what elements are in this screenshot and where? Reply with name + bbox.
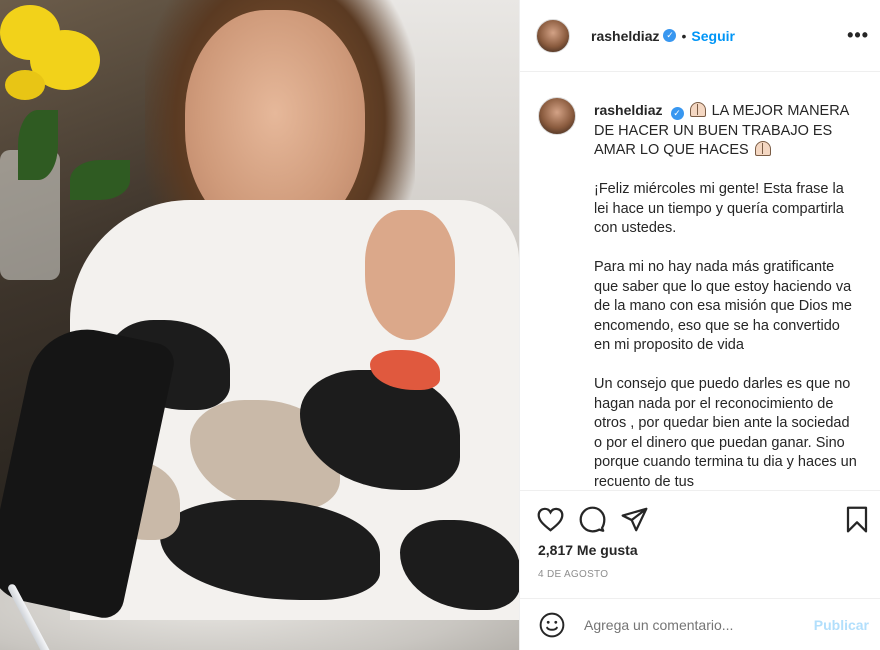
caption-avatar[interactable] (538, 97, 576, 135)
paper-plane-icon[interactable] (620, 505, 648, 533)
action-icons (536, 505, 648, 533)
post-date[interactable]: 4 DE AGOSTO (538, 569, 608, 580)
hand-with-glasses (365, 210, 455, 340)
caption-paragraph: Un consejo que puedo darles es que no ha… (594, 376, 857, 490)
caption-username[interactable]: rasheldiaz (594, 102, 662, 118)
verified-badge-icon: ✓ (663, 29, 677, 42)
caption-paragraph: Para mi no hay nada más gratificante que… (594, 259, 852, 353)
post-header: rasheldiaz ✓ • Seguir ••• (520, 0, 880, 72)
separator-dot: • (681, 27, 687, 44)
leaf (18, 110, 58, 180)
caption-headline-paragraph: rasheldiaz ✓ LA MEJOR MANERA DE HACER UN… (594, 101, 859, 161)
avatar[interactable] (536, 18, 570, 53)
comment-input[interactable] (584, 617, 804, 633)
post-sidebar: rasheldiaz ✓ • Seguir ••• rasheldiaz ✓ L… (519, 0, 880, 650)
caption-paragraph: ¡Feliz miércoles mi gente! Esta frase la… (594, 181, 844, 236)
likes-count[interactable]: 2,817 Me gusta (538, 542, 638, 558)
comment-icon[interactable] (578, 505, 606, 533)
bookmark-icon[interactable] (843, 505, 871, 533)
verified-badge-icon: ✓ (670, 107, 684, 120)
shirt-pattern (400, 520, 519, 610)
header-username[interactable]: rasheldiaz (591, 28, 659, 44)
praying-hands-emoji-icon (689, 102, 706, 117)
praying-hands-emoji-icon (754, 141, 771, 156)
follow-button[interactable]: Seguir (691, 28, 735, 44)
caption: rasheldiaz ✓ LA MEJOR MANERA DE HACER UN… (594, 86, 859, 490)
shirt-pattern (160, 500, 380, 600)
heart-icon[interactable] (536, 505, 564, 533)
comment-bar: Publicar (520, 598, 880, 650)
publish-button[interactable]: Publicar (814, 617, 869, 633)
caption-area: rasheldiaz ✓ LA MEJOR MANERA DE HACER UN… (520, 86, 880, 490)
more-options-icon[interactable]: ••• (847, 26, 869, 44)
action-section: 2,817 Me gusta 4 DE AGOSTO Publicar (520, 490, 880, 650)
leaf (70, 160, 130, 200)
yellow-flower (5, 70, 45, 100)
smiley-icon[interactable] (538, 611, 566, 639)
post-photo[interactable] (0, 0, 519, 650)
